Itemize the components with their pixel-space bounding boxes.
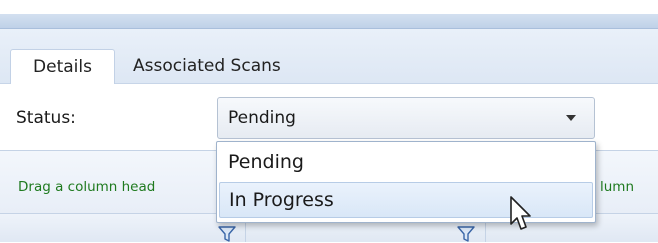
status-select[interactable]: Pending	[217, 97, 595, 139]
status-select-value: Pending	[228, 108, 296, 128]
filter-icon[interactable]	[457, 226, 475, 242]
window-header-bar	[0, 14, 658, 29]
top-strip	[0, 0, 658, 14]
filter-icon[interactable]	[218, 226, 236, 242]
chevron-down-icon[interactable]	[566, 115, 576, 121]
group-hint-text: Drag a column head	[18, 179, 156, 195]
group-hint-text-tail: lumn	[600, 179, 635, 195]
tab-details[interactable]: Details	[10, 49, 115, 84]
dropdown-option-pending[interactable]: Pending	[219, 144, 593, 180]
status-label: Status:	[16, 108, 76, 128]
tab-associated-scans[interactable]: Associated Scans	[122, 49, 292, 83]
dropdown-option-in-progress[interactable]: In Progress	[219, 182, 593, 218]
mouse-cursor-icon	[510, 196, 531, 230]
status-dropdown-list: Pending In Progress	[216, 141, 596, 223]
